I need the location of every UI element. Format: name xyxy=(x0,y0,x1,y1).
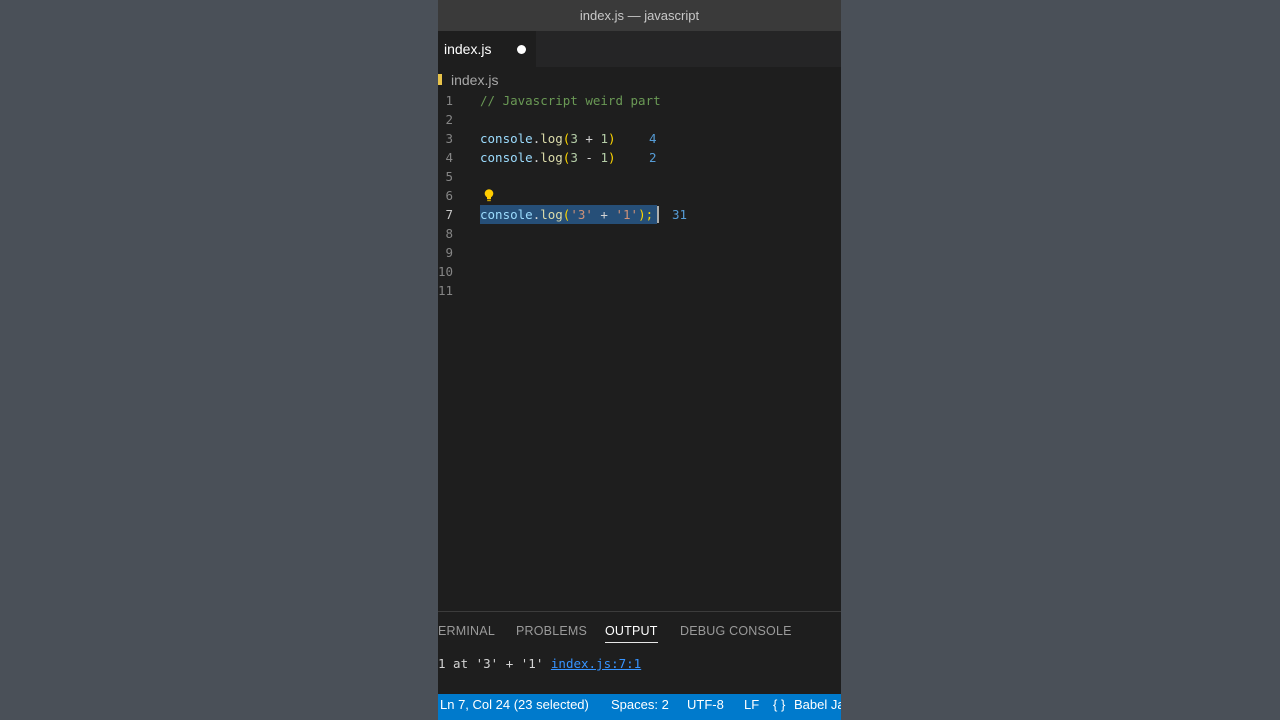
tab-index-js[interactable]: index.js xyxy=(438,31,536,67)
paren-token: ) xyxy=(607,131,616,146)
code-text: console.log('3' + '1'); xyxy=(480,205,653,224)
inline-result: 4 xyxy=(649,131,657,146)
number-token: 3 xyxy=(570,150,578,165)
text-cursor xyxy=(657,206,659,223)
code-line: 9 xyxy=(438,243,841,262)
line-number: 3 xyxy=(445,131,453,146)
output-source-link[interactable]: index.js:7:1 xyxy=(551,656,641,671)
code-editor[interactable]: 1 // Javascript weird part 2 3 console.l… xyxy=(438,91,841,611)
code-line: 8 xyxy=(438,224,841,243)
line-number: 4 xyxy=(445,150,453,165)
line-number: 11 xyxy=(438,283,454,298)
lightbulb-icon[interactable] xyxy=(484,189,494,202)
line-number: 1 xyxy=(445,93,453,108)
comment-token: // Javascript weird part xyxy=(480,93,661,108)
tab-output[interactable]: OUTPUT xyxy=(605,620,658,643)
paren-token: ) xyxy=(607,150,616,165)
js-file-icon xyxy=(438,74,442,85)
tab-label: index.js xyxy=(444,41,492,57)
language-mode[interactable]: Babel Ja xyxy=(794,694,841,716)
bottom-panel: ERMINAL PROBLEMS OUTPUT DEBUG CONSOLE 1 … xyxy=(438,611,841,694)
inline-result: 31 xyxy=(672,207,688,222)
number-token: 3 xyxy=(570,131,578,146)
number-token: 1 xyxy=(600,150,608,165)
code-line-active: 7 console.log('3' + '1'); 31 xyxy=(438,205,841,224)
output-text: 1 at '3' + '1' xyxy=(438,656,551,671)
line-number: 5 xyxy=(445,169,453,184)
code-line: 4 console.log(3 - 1) 2 xyxy=(438,148,841,167)
string-token: '3' xyxy=(570,207,593,222)
inline-result: 2 xyxy=(649,150,657,165)
function-token: log xyxy=(540,131,563,146)
line-number: 6 xyxy=(445,188,453,203)
code-line: 1 // Javascript weird part xyxy=(438,91,841,110)
tab-terminal[interactable]: ERMINAL xyxy=(438,620,495,642)
string-token: '1' xyxy=(615,207,639,222)
code-text: console.log(3 + 1) xyxy=(480,129,616,148)
cursor-position[interactable]: Ln 7, Col 24 (23 selected) xyxy=(440,694,589,716)
eol-setting[interactable]: LF xyxy=(744,694,759,716)
unsaved-dot-icon[interactable] xyxy=(517,45,526,54)
code-line: 5 xyxy=(438,167,841,186)
line-number: 10 xyxy=(438,264,454,279)
paren-token: ); xyxy=(638,207,654,222)
tab-debug-console[interactable]: DEBUG CONSOLE xyxy=(680,620,792,642)
status-bar: Ln 7, Col 24 (23 selected) Spaces: 2 UTF… xyxy=(438,694,841,720)
object-token: console xyxy=(480,131,533,146)
line-number: 2 xyxy=(445,112,453,127)
code-line: 10 xyxy=(438,262,841,281)
code-line: 6 xyxy=(438,186,841,205)
code-line: 11 xyxy=(438,281,841,300)
object-token: console xyxy=(480,207,533,222)
line-number: 9 xyxy=(445,245,453,260)
encoding-setting[interactable]: UTF-8 xyxy=(687,694,724,716)
function-token: log xyxy=(540,150,563,165)
operator-token: + xyxy=(577,131,601,146)
tab-bar: index.js xyxy=(438,31,841,67)
function-token: log xyxy=(540,207,563,222)
operator-token: - xyxy=(577,150,601,165)
object-token: console xyxy=(480,150,533,165)
operator-token: + xyxy=(592,207,616,222)
code-text: // Javascript weird part xyxy=(480,91,661,110)
output-line: 1 at '3' + '1' index.js:7:1 xyxy=(438,654,641,674)
line-number: 7 xyxy=(445,207,453,222)
code-line: 2 xyxy=(438,110,841,129)
editor-window: index.js — javascript index.js index.js … xyxy=(438,0,841,720)
breadcrumb-file[interactable]: index.js xyxy=(451,70,498,90)
code-line: 3 console.log(3 + 1) 4 xyxy=(438,129,841,148)
indentation-setting[interactable]: Spaces: 2 xyxy=(611,694,669,716)
number-token: 1 xyxy=(600,131,608,146)
window-title: index.js — javascript xyxy=(438,0,841,31)
braces-icon: { } xyxy=(773,697,786,712)
breadcrumb: index.js xyxy=(438,70,841,90)
line-number: 8 xyxy=(445,226,453,241)
code-text: console.log(3 - 1) xyxy=(480,148,616,167)
tab-problems[interactable]: PROBLEMS xyxy=(516,620,587,642)
